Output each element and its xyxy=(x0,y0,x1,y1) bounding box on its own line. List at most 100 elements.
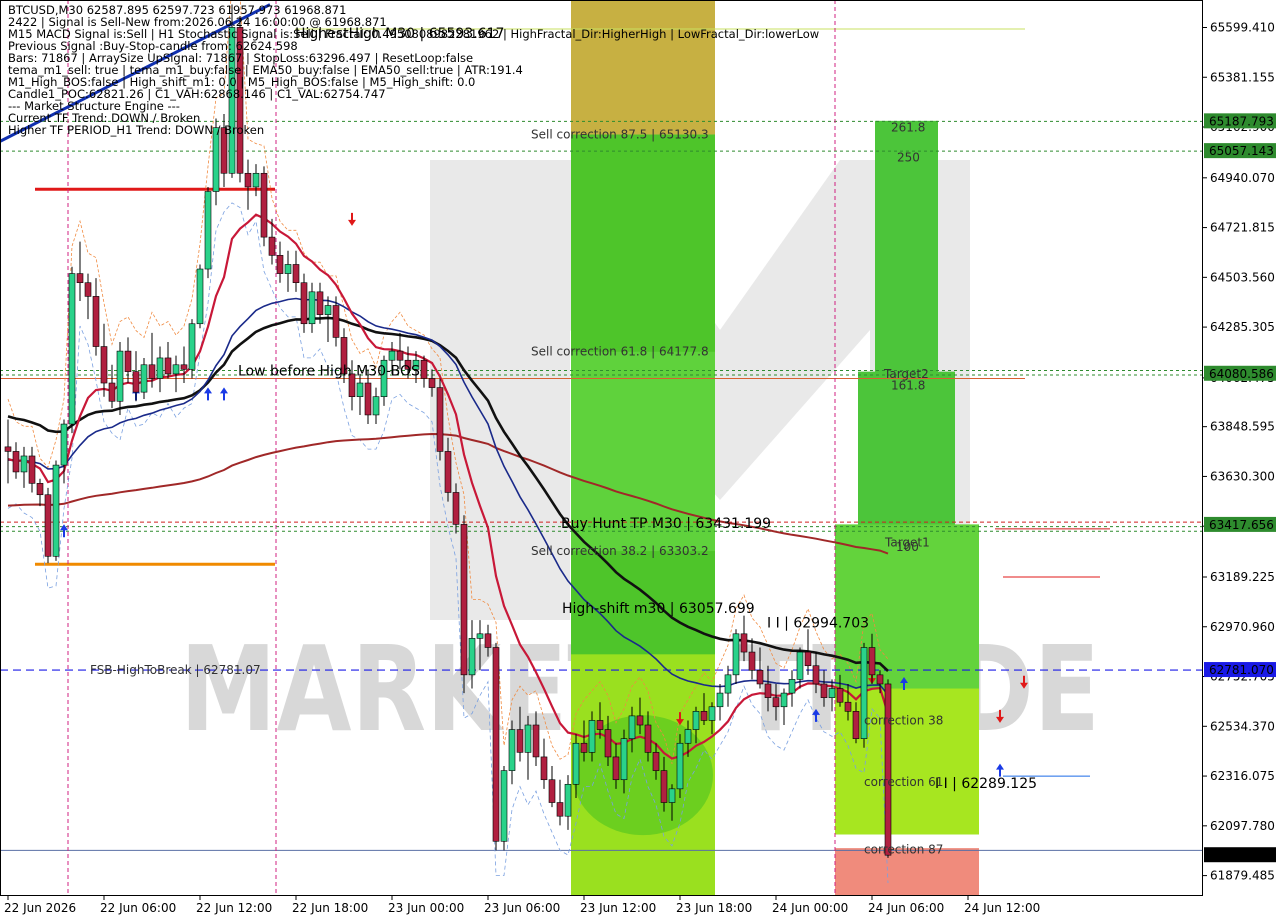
candle-body-bear xyxy=(84,282,92,297)
candle-body-bull xyxy=(692,711,700,730)
annotation-label: 261.8 xyxy=(891,121,925,135)
price-tick-label: 64721.815 xyxy=(1210,221,1275,235)
candle-body-bear xyxy=(660,770,668,803)
candle xyxy=(460,515,468,694)
candle-body-bear xyxy=(124,350,132,372)
candle-body-bear xyxy=(396,350,404,361)
candle-body-bull xyxy=(668,788,676,803)
annotation-label: I I | 62289.125 xyxy=(935,776,1037,792)
price-tag-label: 63417.656 xyxy=(1209,518,1274,532)
candle-body-bear xyxy=(604,729,612,758)
price-tick-label: 65599.410 xyxy=(1210,21,1275,35)
candle-body-bear xyxy=(532,724,540,758)
candle-body-bull xyxy=(828,688,836,698)
price-tag-label: 62781.070 xyxy=(1209,663,1274,677)
candle-body-bull xyxy=(572,742,580,785)
candle-body-bear xyxy=(292,264,300,284)
price-tick-label: 62534.370 xyxy=(1210,719,1275,733)
price-tag-label: 65057.143 xyxy=(1209,144,1274,158)
time-tick-label: 22 Jun 06:00 xyxy=(100,901,176,915)
candle-body-bear xyxy=(36,483,44,496)
candle-body-bear xyxy=(868,647,876,676)
candle-body-bull xyxy=(564,783,572,817)
time-tick-label: 22 Jun 2026 xyxy=(4,901,76,915)
candle-body-bear xyxy=(836,688,844,703)
candle-body-bear xyxy=(244,172,252,188)
candle-body-bear xyxy=(820,683,828,698)
candle xyxy=(676,734,684,798)
candle-body-bull xyxy=(20,455,28,473)
candle-body-bear xyxy=(428,378,436,388)
price-tick-label: 62316.075 xyxy=(1210,769,1275,783)
candle-body-bear xyxy=(756,669,764,685)
candle-body-bull xyxy=(588,720,596,753)
zone-target-161 xyxy=(858,371,955,532)
price-tick-label: 63848.595 xyxy=(1210,420,1275,434)
candle-body-bull xyxy=(324,305,332,315)
candle-body-bull xyxy=(796,651,804,680)
candle-body-bear xyxy=(804,651,812,667)
candle-body-bull xyxy=(68,273,76,425)
candle-body-bear xyxy=(436,387,444,452)
time-tick-label: 22 Jun 18:00 xyxy=(292,901,368,915)
candle-body-bull xyxy=(676,742,684,790)
candle-body-bull xyxy=(468,638,476,676)
price-tick-label: 61879.485 xyxy=(1210,869,1275,883)
candle xyxy=(860,642,868,748)
candle xyxy=(196,264,204,329)
annotation-label: correction 38 xyxy=(864,713,943,727)
candle-body-bull xyxy=(780,692,788,708)
time-tick-label: 24 Jun 06:00 xyxy=(868,901,944,915)
zone-correction xyxy=(835,688,979,835)
candle-body-bull xyxy=(524,724,532,753)
time-tick-label: 23 Jun 18:00 xyxy=(676,901,752,915)
candle xyxy=(52,460,60,561)
time-tick-label: 23 Jun 00:00 xyxy=(388,901,464,915)
annotation-label: 100 xyxy=(896,540,919,554)
price-tick-label: 63189.225 xyxy=(1210,570,1275,584)
price-tag-label: 65187.793 xyxy=(1209,114,1274,128)
annotation-label: Sell correction 87.5 | 65130.3 xyxy=(531,127,709,141)
time-tick-label: 24 Jun 00:00 xyxy=(772,901,848,915)
candle xyxy=(188,319,196,379)
candle-body-bull xyxy=(284,264,292,274)
candle-body-bear xyxy=(364,382,372,416)
candle xyxy=(884,679,892,858)
candle-body-bull xyxy=(716,692,724,708)
candle-body-bull xyxy=(500,770,508,842)
candle-body-bull xyxy=(252,172,260,188)
annotation-label: correction 87 xyxy=(864,842,943,856)
annotation-label: 161.8 xyxy=(891,378,925,392)
annotation-label: Sell correction 61.8 | 64177.8 xyxy=(531,345,709,359)
candle-body-bull xyxy=(620,738,628,781)
candle-body-bear xyxy=(164,357,172,375)
candle-body-bull xyxy=(732,633,740,676)
candle-body-bear xyxy=(108,382,116,402)
candle-body-bear xyxy=(844,701,852,712)
candle-body-bear xyxy=(300,282,308,325)
annotation-label: 250 xyxy=(897,150,920,164)
time-tick-label: 24 Jun 12:00 xyxy=(964,901,1040,915)
time-tick-label: 22 Jun 12:00 xyxy=(196,901,272,915)
candle-body-bear xyxy=(556,802,564,817)
candle-body-bear xyxy=(812,665,820,685)
annotation-label: FSB-HighToBreak | 62781.07 xyxy=(90,663,261,677)
annotation-label: Buy Hunt TP M30 | 63431.199 xyxy=(561,516,771,532)
candle-body-bull xyxy=(724,674,732,694)
candle-body-bear xyxy=(268,236,276,256)
candle-body-bear xyxy=(492,647,500,842)
candle-body-bull xyxy=(684,729,692,744)
candle-body-bull xyxy=(212,127,220,192)
candle xyxy=(500,766,508,851)
candle xyxy=(68,266,76,434)
annotation-label: High-shift m30 | 63057.699 xyxy=(562,601,755,617)
candle xyxy=(492,642,500,851)
candle-body-bear xyxy=(4,446,12,452)
candle-body-bear xyxy=(92,296,100,347)
annotation-label: Low before High M30-BOS xyxy=(238,363,420,379)
annotation-label: correction 61 xyxy=(864,775,943,789)
candle-body-bull xyxy=(628,715,636,739)
candle-body-bear xyxy=(132,371,140,393)
candle-body-bear xyxy=(772,697,780,708)
time-tick-label: 23 Jun 06:00 xyxy=(484,901,560,915)
